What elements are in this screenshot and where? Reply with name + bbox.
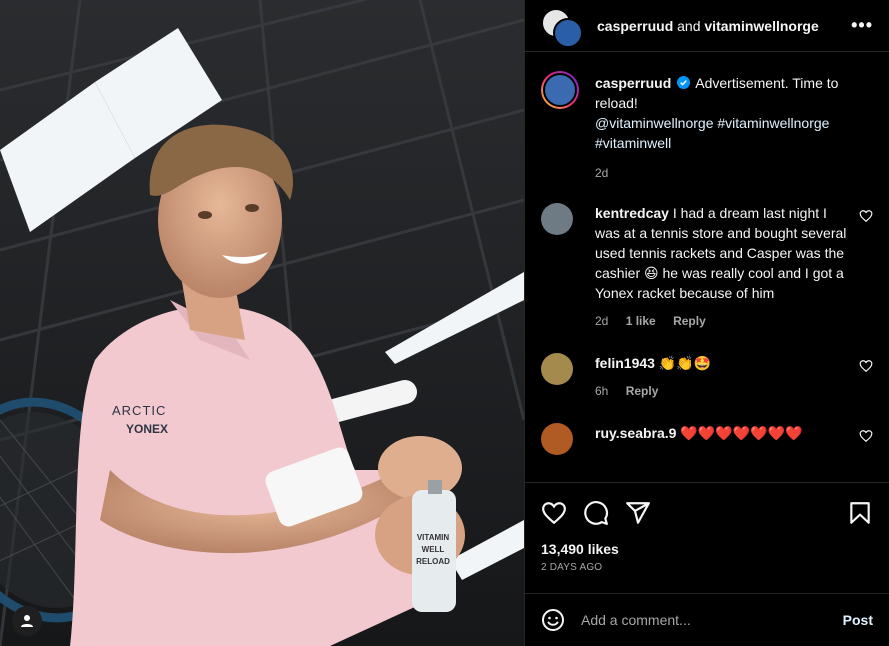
avatar-casperruud[interactable]: [553, 17, 583, 48]
like-comment-heart-icon[interactable]: [859, 209, 873, 223]
post-comment-button[interactable]: Post: [843, 612, 873, 628]
comment-item: kentredcay I had a dream last night I wa…: [525, 183, 889, 331]
comment-text: ❤️❤️❤️❤️❤️❤️❤️: [680, 425, 803, 441]
reply-button[interactable]: Reply: [626, 384, 659, 398]
comment-input[interactable]: Add a comment...: [581, 612, 691, 628]
verified-badge-icon: [677, 76, 691, 89]
like-comment-heart-icon[interactable]: [859, 429, 873, 443]
comment-item: ruy.seabra.9 ❤️❤️❤️❤️❤️❤️❤️: [525, 401, 889, 455]
caption-mention[interactable]: @vitaminwellnorge: [595, 115, 713, 131]
caption: casperruud Advertisement. Time to reload…: [525, 53, 889, 183]
collab-avatars[interactable]: [541, 7, 583, 48]
caption-avatar[interactable]: [541, 71, 579, 109]
header-username-1[interactable]: casperruud: [597, 18, 673, 34]
svg-text:YONEX: YONEX: [126, 422, 168, 436]
post-side-panel: casperruud and vitaminwellnorge ••• casp…: [524, 0, 889, 646]
comment-likes[interactable]: 1 like: [626, 314, 656, 328]
share-paper-plane-icon[interactable]: [625, 500, 651, 526]
post-photo-illustration: VITAMIN WELL RELOAD ARCTIC YONEX: [0, 0, 524, 646]
svg-text:WELL: WELL: [422, 545, 445, 554]
reply-button[interactable]: Reply: [673, 314, 706, 328]
comment-username[interactable]: felin1943: [595, 355, 655, 371]
comment-username[interactable]: ruy.seabra.9: [595, 425, 676, 441]
comment-avatar[interactable]: [541, 203, 573, 235]
like-comment-heart-icon[interactable]: [859, 359, 873, 373]
comment-avatar[interactable]: [541, 423, 573, 455]
caption-username[interactable]: casperruud: [595, 75, 671, 91]
comment-age[interactable]: 2d: [595, 314, 608, 328]
like-heart-icon[interactable]: [541, 500, 567, 526]
tagged-users-button[interactable]: [12, 606, 42, 636]
comment-bubble-icon[interactable]: [583, 500, 609, 526]
comments-list[interactable]: casperruud Advertisement. Time to reload…: [525, 53, 889, 481]
svg-text:ARCTIC: ARCTIC: [112, 403, 166, 418]
comment-avatar[interactable]: [541, 353, 573, 385]
comment-age[interactable]: 6h: [595, 384, 608, 398]
emoji-smiley-icon[interactable]: [541, 608, 565, 632]
svg-text:VITAMIN: VITAMIN: [417, 533, 450, 542]
collab-title: casperruud and vitaminwellnorge: [597, 18, 819, 34]
more-options-icon[interactable]: •••: [851, 15, 873, 36]
add-comment-bar: Add a comment... Post: [525, 593, 889, 646]
post-actions: 13,490 likes 2 DAYS AGO: [525, 482, 889, 592]
header-username-2[interactable]: vitaminwellnorge: [704, 18, 818, 34]
post-date[interactable]: 2 DAYS AGO: [541, 562, 873, 573]
comment-item: felin1943 👏👏🤩 6h Reply: [525, 331, 889, 401]
likes-count[interactable]: 13,490 likes: [541, 541, 873, 557]
svg-text:RELOAD: RELOAD: [416, 557, 450, 566]
header-connector: and: [677, 17, 701, 34]
comment-username[interactable]: kentredcay: [595, 205, 669, 221]
person-icon: [21, 615, 33, 627]
post-photo[interactable]: VITAMIN WELL RELOAD ARCTIC YONEX: [0, 0, 524, 646]
caption-age[interactable]: 2d: [595, 166, 608, 180]
post-header: casperruud and vitaminwellnorge •••: [525, 0, 889, 52]
save-bookmark-icon[interactable]: [847, 500, 873, 526]
comment-text: 👏👏🤩: [658, 355, 712, 371]
